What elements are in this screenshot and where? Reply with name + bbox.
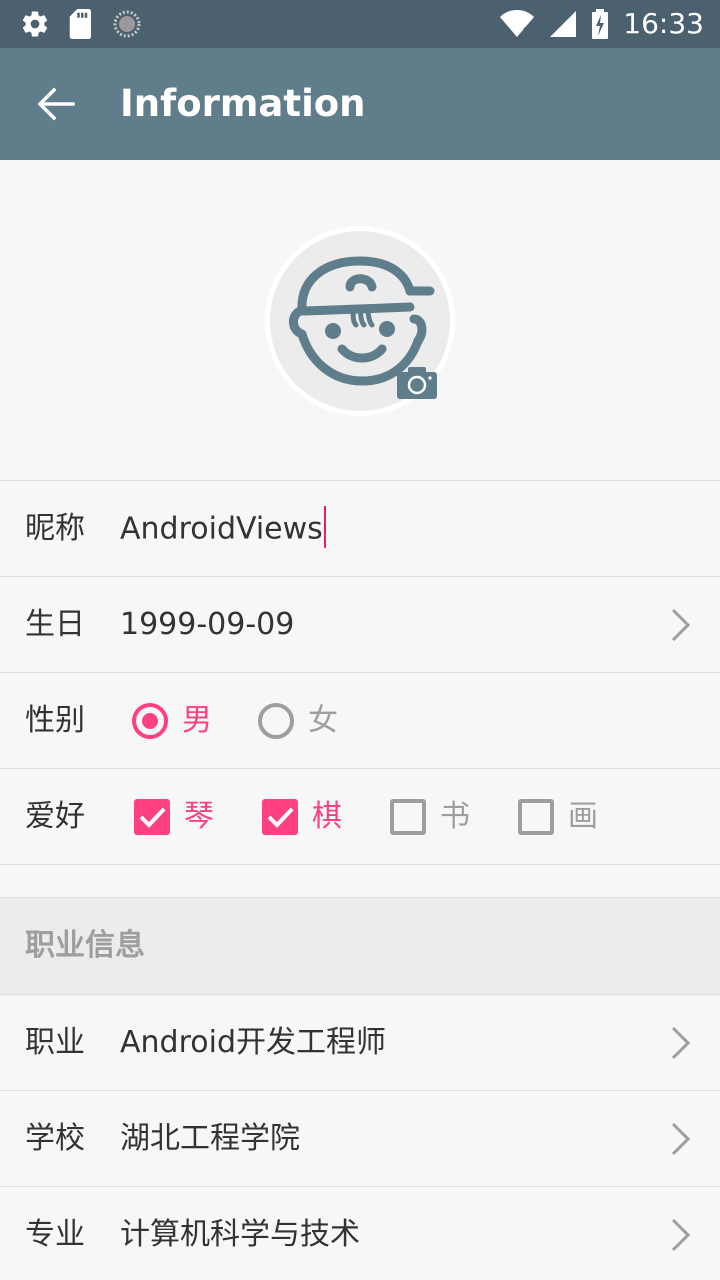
gender-row: 性别 男 女 xyxy=(0,672,720,768)
nickname-label: 昵称 xyxy=(25,511,85,546)
signal-icon xyxy=(550,11,577,37)
app-bar: Information xyxy=(0,48,720,160)
status-left-icons xyxy=(20,9,142,39)
birthday-value: 1999-09-09 xyxy=(120,607,295,642)
check-icon xyxy=(267,807,294,828)
checkbox[interactable] xyxy=(390,799,426,835)
camera-icon[interactable] xyxy=(396,366,438,400)
hobby-option-qi[interactable]: 棋 xyxy=(262,797,342,837)
career-section-header: 职业信息 xyxy=(0,897,720,995)
birthday-row[interactable]: 生日 1999-09-09 xyxy=(0,576,720,672)
hobby-option-label: 画 xyxy=(568,799,598,834)
gender-option-label: 男 xyxy=(182,703,212,738)
nickname-value: AndroidViews xyxy=(120,511,323,547)
chevron-right-icon xyxy=(671,1218,691,1252)
wifi-icon xyxy=(500,10,535,37)
checkbox-checked[interactable] xyxy=(262,799,298,835)
school-value: 湖北工程学院 xyxy=(120,1121,300,1156)
checkbox-checked[interactable] xyxy=(134,799,170,835)
check-icon xyxy=(139,807,166,828)
checkbox[interactable] xyxy=(518,799,554,835)
radio-button[interactable] xyxy=(258,703,294,739)
hobby-option-label: 琴 xyxy=(184,799,214,834)
page-title: Information xyxy=(120,82,366,125)
section-title: 职业信息 xyxy=(25,928,145,963)
avatar-section xyxy=(0,160,720,480)
hobby-option-hua[interactable]: 画 xyxy=(518,797,598,837)
screen: 16:33 Information 昵称 AndroidViews 生日 199… xyxy=(0,0,720,1280)
arrow-back-icon xyxy=(37,87,75,121)
birthday-label: 生日 xyxy=(25,607,85,642)
hobby-label: 爱好 xyxy=(25,799,85,834)
school-row[interactable]: 学校 湖北工程学院 xyxy=(0,1090,720,1186)
gender-radio-group: 男 女 xyxy=(132,701,384,741)
status-bar: 16:33 xyxy=(0,0,720,48)
major-row[interactable]: 专业 计算机科学与技术 xyxy=(0,1186,720,1280)
gender-option-male[interactable]: 男 xyxy=(132,701,212,741)
school-label: 学校 xyxy=(25,1121,85,1156)
hobby-checkbox-group: 琴 棋 书 画 xyxy=(134,797,646,837)
job-row[interactable]: 职业 Android开发工程师 xyxy=(0,994,720,1090)
major-label: 专业 xyxy=(25,1217,85,1252)
radio-button-selected[interactable] xyxy=(132,703,168,739)
hobby-option-qin[interactable]: 琴 xyxy=(134,797,214,837)
back-button[interactable] xyxy=(24,72,88,136)
hobby-option-label: 棋 xyxy=(312,799,342,834)
settings-icon xyxy=(22,11,48,37)
chevron-right-icon xyxy=(671,1026,691,1060)
nickname-input[interactable]: AndroidViews xyxy=(120,506,326,551)
text-cursor xyxy=(323,506,326,548)
status-time: 16:33 xyxy=(623,7,704,40)
gender-label: 性别 xyxy=(25,703,85,738)
hobby-option-shu[interactable]: 书 xyxy=(390,797,470,837)
job-value: Android开发工程师 xyxy=(120,1025,386,1060)
sd-card-icon xyxy=(69,9,91,39)
section-spacer xyxy=(0,864,720,897)
gender-option-label: 女 xyxy=(308,703,338,738)
sync-icon xyxy=(113,10,141,38)
hobby-option-label: 书 xyxy=(440,799,470,834)
battery-charging-icon xyxy=(592,9,609,39)
hobby-row: 爱好 琴 棋 书 画 xyxy=(0,768,720,864)
major-value: 计算机科学与技术 xyxy=(120,1217,360,1252)
job-label: 职业 xyxy=(25,1025,85,1060)
chevron-right-icon xyxy=(671,1122,691,1156)
status-right-icons: 16:33 xyxy=(499,6,704,42)
gender-option-female[interactable]: 女 xyxy=(258,701,338,741)
nickname-row: 昵称 AndroidViews xyxy=(0,480,720,576)
chevron-right-icon xyxy=(671,608,691,642)
